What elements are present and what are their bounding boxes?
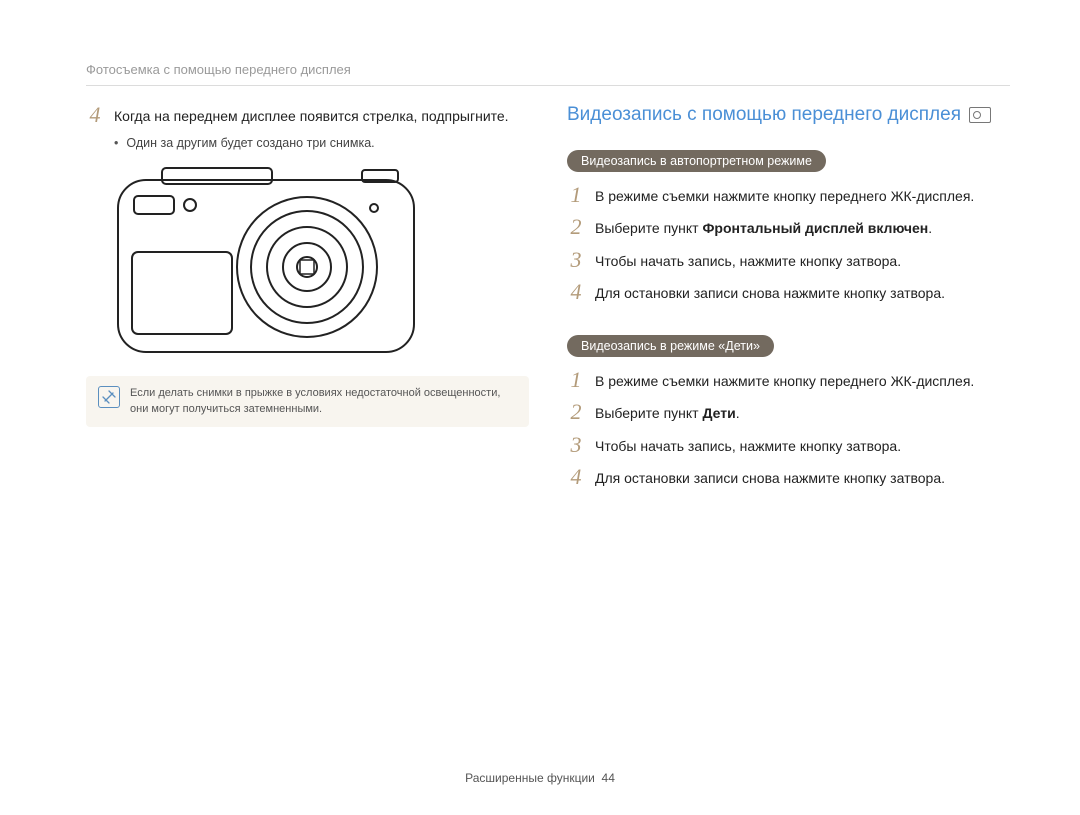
- step-number: 1: [567, 369, 585, 391]
- subsection-pill: Видеозапись в режиме «Дети»: [567, 335, 774, 357]
- s2-step1: 1 В режиме съемки нажмите кнопку передне…: [567, 369, 1010, 391]
- note-box: Если делать снимки в прыжке в условиях н…: [86, 376, 529, 427]
- step-number: 4: [86, 104, 104, 126]
- heading-text: Видеозапись с помощью переднего дисплея: [567, 104, 961, 126]
- step-number: 1: [567, 184, 585, 206]
- text-frag: Выберите пункт: [595, 220, 702, 236]
- bullet-item: Один за другим будет создано три снимка.: [114, 136, 529, 150]
- step-number: 3: [567, 434, 585, 456]
- s2-step3: 3 Чтобы начать запись, нажмите кнопку за…: [567, 434, 1010, 456]
- text-frag: Выберите пункт: [595, 405, 702, 421]
- camera-illustration: [112, 162, 529, 362]
- info-icon: [98, 386, 120, 408]
- subsection-pill: Видеозапись в автопортретном режиме: [567, 150, 826, 172]
- step-number: 4: [567, 281, 585, 303]
- step-number: 4: [567, 466, 585, 488]
- text-frag: .: [736, 405, 740, 421]
- video-mode-icon: [969, 107, 991, 123]
- s1-step3: 3 Чтобы начать запись, нажмите кнопку за…: [567, 249, 1010, 271]
- content-columns: 4 Когда на переднем дисплее появится стр…: [86, 104, 1010, 498]
- step-text: Выберите пункт Дети.: [595, 401, 740, 423]
- s1-step4: 4 Для остановки записи снова нажмите кно…: [567, 281, 1010, 303]
- step-text: Для остановки записи снова нажмите кнопк…: [595, 281, 945, 303]
- section-heading: Видеозапись с помощью переднего дисплея: [567, 104, 1010, 126]
- step-text: В режиме съемки нажмите кнопку переднего…: [595, 369, 974, 391]
- step-text: Выберите пункт Фронтальный дисплей включ…: [595, 216, 932, 238]
- step-text: Чтобы начать запись, нажмите кнопку затв…: [595, 434, 901, 456]
- bullet-text: Один за другим будет создано три снимка.: [126, 136, 374, 150]
- text-bold: Фронтальный дисплей включен: [702, 220, 928, 236]
- step-text: В режиме съемки нажмите кнопку переднего…: [595, 184, 974, 206]
- step-number: 2: [567, 401, 585, 423]
- step-text: Чтобы начать запись, нажмите кнопку затв…: [595, 249, 901, 271]
- text-bold: Дети: [702, 405, 735, 421]
- footer-page: 44: [602, 771, 615, 785]
- step-4: 4 Когда на переднем дисплее появится стр…: [86, 104, 529, 126]
- s2-step4: 4 Для остановки записи снова нажмите кно…: [567, 466, 1010, 488]
- step-number: 2: [567, 216, 585, 238]
- left-column: 4 Когда на переднем дисплее появится стр…: [86, 104, 529, 498]
- manual-page: Фотосъемка с помощью переднего дисплея 4…: [0, 0, 1080, 815]
- step-text: Для остановки записи снова нажмите кнопк…: [595, 466, 945, 488]
- step-number: 3: [567, 249, 585, 271]
- breadcrumb: Фотосъемка с помощью переднего дисплея: [86, 62, 1010, 86]
- s2-step2: 2 Выберите пункт Дети.: [567, 401, 1010, 423]
- right-column: Видеозапись с помощью переднего дисплея …: [567, 104, 1010, 498]
- s1-step2: 2 Выберите пункт Фронтальный дисплей вкл…: [567, 216, 1010, 238]
- footer-label: Расширенные функции: [465, 771, 595, 785]
- text-frag: .: [928, 220, 932, 236]
- page-footer: Расширенные функции 44: [0, 771, 1080, 785]
- note-text: Если делать снимки в прыжке в условиях н…: [130, 386, 517, 417]
- s1-step1: 1 В режиме съемки нажмите кнопку передне…: [567, 184, 1010, 206]
- step-text: Когда на переднем дисплее появится стрел…: [114, 104, 509, 126]
